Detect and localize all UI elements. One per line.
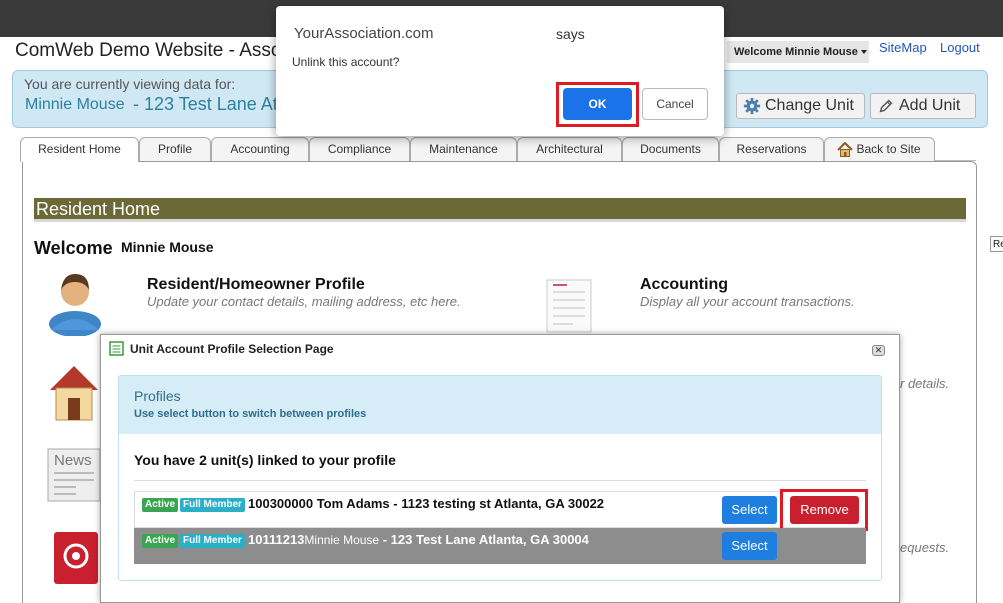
logout-link[interactable]: Logout bbox=[940, 40, 980, 55]
tab-architectural[interactable]: Architectural bbox=[517, 137, 622, 161]
profile-feature-title[interactable]: Resident/Homeowner Profile bbox=[147, 276, 365, 294]
modal-title: Unit Account Profile Selection Page bbox=[130, 342, 334, 356]
select-profile-button[interactable]: Select bbox=[722, 532, 777, 560]
viewing-name-link[interactable]: Minnie Mouse bbox=[25, 96, 125, 114]
profile-feature-desc: Update your contact details, mailing add… bbox=[147, 294, 461, 309]
statement-document-icon bbox=[546, 279, 592, 333]
welcome-name: Minnie Mouse bbox=[121, 239, 214, 255]
profile-account-number: 10111213 bbox=[248, 532, 305, 547]
tab-reservations[interactable]: Reservations bbox=[719, 137, 824, 161]
welcome-heading: Welcome bbox=[34, 238, 113, 258]
change-unit-button[interactable]: Change Unit bbox=[736, 93, 865, 119]
profile-address: - 123 Test Lane Atlanta, GA 30004 bbox=[382, 532, 589, 547]
tab-documents[interactable]: Documents bbox=[622, 137, 719, 161]
modal-close-icon[interactable]: ✕ bbox=[872, 345, 885, 356]
status-badge: Active bbox=[142, 534, 179, 548]
user-profile-icon bbox=[49, 274, 101, 336]
side-tooltip: Re bbox=[990, 236, 1003, 252]
accounting-feature-desc: Display all your account transactions. bbox=[640, 294, 855, 309]
member-badge: Full Member bbox=[180, 498, 245, 512]
list-document-icon bbox=[109, 341, 124, 356]
site-title: ComWeb Demo Website - Asso bbox=[15, 40, 282, 61]
profile-account-number: 100300000 bbox=[248, 496, 314, 511]
dialog-message: Unlink this account? bbox=[292, 55, 400, 69]
pencil-icon bbox=[879, 99, 893, 113]
profile-row-details: 100300000 Tom Adams - 1123 testing st At… bbox=[248, 496, 604, 511]
profile-name: Minnie Mouse bbox=[304, 533, 380, 547]
profiles-subtitle: Use select button to switch between prof… bbox=[134, 408, 367, 420]
divider bbox=[134, 480, 866, 481]
news-icon-text: News bbox=[54, 452, 92, 469]
tab-resident-home[interactable]: Resident Home bbox=[20, 137, 139, 162]
status-badge: Active bbox=[142, 498, 179, 512]
change-unit-label: Change Unit bbox=[765, 97, 854, 114]
home-icon bbox=[837, 142, 853, 157]
user-menu[interactable]: Welcome Minnie Mouse bbox=[727, 41, 869, 63]
requests-desc-fragment: equests. bbox=[900, 540, 950, 555]
tab-maintenance[interactable]: Maintenance bbox=[410, 137, 517, 161]
select-profile-button[interactable]: Select bbox=[722, 496, 777, 524]
dialog-says: says bbox=[556, 26, 585, 42]
profiles-title: Profiles bbox=[134, 388, 181, 404]
ok-button[interactable]: OK bbox=[563, 88, 632, 120]
dialog-origin: YourAssociation.com bbox=[294, 25, 434, 42]
profile-row-details: 10111213Minnie Mouse - 123 Test Lane Atl… bbox=[248, 532, 589, 547]
maintenance-desc-fragment: r details. bbox=[900, 376, 950, 391]
sitemap-link[interactable]: SiteMap bbox=[879, 40, 927, 55]
address-book-icon bbox=[54, 532, 98, 584]
member-badge: Full Member bbox=[180, 534, 245, 548]
viewing-address: - 123 Test Lane At bbox=[133, 94, 278, 114]
tab-compliance[interactable]: Compliance bbox=[309, 137, 410, 161]
profile-address: - 1123 testing st Atlanta, GA 30022 bbox=[393, 496, 605, 511]
accounting-feature-title[interactable]: Accounting bbox=[640, 276, 728, 294]
add-unit-label: Add Unit bbox=[899, 97, 961, 114]
caret-down-icon bbox=[860, 50, 867, 55]
add-unit-button[interactable]: Add Unit bbox=[870, 93, 976, 119]
viewing-label: You are currently viewing data for: bbox=[24, 76, 236, 92]
gear-icon bbox=[743, 97, 761, 115]
profiles-panel-header bbox=[119, 376, 881, 434]
tab-back-to-site[interactable]: Back to Site bbox=[824, 137, 935, 161]
tab-profile[interactable]: Profile bbox=[139, 137, 211, 161]
house-icon bbox=[50, 366, 98, 421]
tab-back-to-site-label: Back to Site bbox=[856, 142, 921, 156]
profile-name: Tom Adams bbox=[316, 496, 390, 511]
cancel-button[interactable]: Cancel bbox=[642, 88, 708, 120]
tab-accounting[interactable]: Accounting bbox=[211, 137, 309, 161]
linked-units-message: You have 2 unit(s) linked to your profil… bbox=[134, 452, 396, 468]
section-title-bar: Resident Home bbox=[34, 198, 966, 222]
user-menu-label: Welcome Minnie Mouse bbox=[734, 46, 858, 58]
remove-profile-button[interactable]: Remove bbox=[790, 496, 859, 524]
